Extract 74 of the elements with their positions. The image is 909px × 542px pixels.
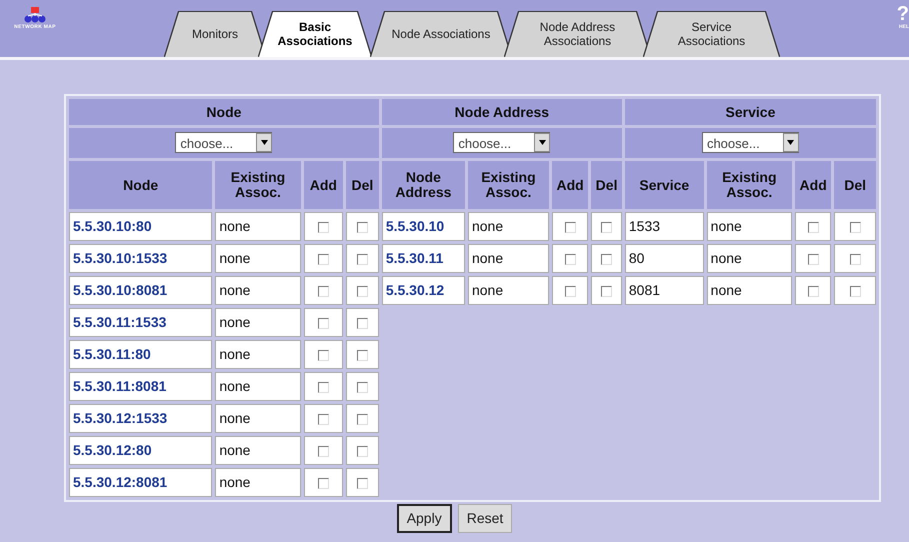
checkbox[interactable] xyxy=(808,254,819,265)
checkbox[interactable] xyxy=(356,478,368,489)
section-header: Node xyxy=(69,99,379,125)
column-header: Node xyxy=(69,161,212,209)
column-header: Service xyxy=(624,161,704,209)
table-cell: none xyxy=(215,404,301,433)
checkbox[interactable] xyxy=(564,254,576,265)
dropdown-arrow-icon xyxy=(538,140,546,145)
checkbox[interactable] xyxy=(318,478,329,489)
checkbox[interactable] xyxy=(318,286,329,297)
checkbox[interactable] xyxy=(356,350,368,361)
checkbox[interactable] xyxy=(318,350,329,361)
network-logo-icon xyxy=(24,6,46,24)
table-cell: none xyxy=(706,244,792,273)
tab[interactable]: Service Associations xyxy=(644,12,779,57)
section-header: Node Address xyxy=(382,99,622,125)
checkbox[interactable] xyxy=(356,414,368,425)
table-cell: 8081 xyxy=(624,276,704,305)
checkbox[interactable] xyxy=(356,222,368,233)
checkbox[interactable] xyxy=(564,222,576,233)
table-cell: none xyxy=(468,276,549,305)
checkbox[interactable] xyxy=(356,318,368,329)
checkbox[interactable] xyxy=(356,286,368,297)
checkbox[interactable] xyxy=(318,414,329,425)
choose-dropdown[interactable]: choose... xyxy=(175,132,272,153)
checkbox[interactable] xyxy=(808,286,819,297)
checkbox[interactable] xyxy=(356,446,368,457)
checkbox[interactable] xyxy=(601,222,612,233)
column-header: Add xyxy=(794,161,832,209)
checkbox[interactable] xyxy=(808,222,819,233)
checkbox[interactable] xyxy=(850,222,861,233)
checkbox[interactable] xyxy=(318,318,329,329)
table-cell: none xyxy=(215,308,301,337)
choose-dropdown[interactable]: choose... xyxy=(702,132,799,153)
choose-dropdown[interactable]: choose... xyxy=(453,132,550,153)
dropdown-arrow-icon xyxy=(787,140,794,145)
dropdown-arrow-icon xyxy=(260,140,268,145)
column-header: Node Address xyxy=(382,161,465,209)
apply-button[interactable]: Apply xyxy=(396,504,452,533)
table-cell: none xyxy=(706,276,792,305)
table-cell: 80 xyxy=(624,244,704,273)
table-cell: none xyxy=(215,212,301,241)
checkbox[interactable] xyxy=(318,254,329,265)
checkbox[interactable] xyxy=(850,254,861,265)
table-cell: none xyxy=(215,372,301,401)
section-header: Service xyxy=(624,99,876,125)
column-header: Existing Assoc. xyxy=(215,161,301,209)
table-cell: none xyxy=(215,340,301,369)
checkbox[interactable] xyxy=(318,446,329,457)
column-header: Existing Assoc. xyxy=(468,161,549,209)
column-header: Existing Assoc. xyxy=(706,161,792,209)
checkbox[interactable] xyxy=(850,286,861,297)
table-cell: 1533 xyxy=(624,212,704,241)
checkbox[interactable] xyxy=(564,286,576,297)
checkbox[interactable] xyxy=(318,222,329,233)
checkbox[interactable] xyxy=(356,382,368,393)
checkbox[interactable] xyxy=(356,254,368,265)
column-header: Add xyxy=(552,161,588,209)
column-header: Del xyxy=(834,161,876,209)
reset-button[interactable]: Reset xyxy=(458,504,512,533)
tab[interactable]: Basic Associations xyxy=(259,12,371,57)
column-header: Del xyxy=(591,161,622,209)
table-cell: none xyxy=(706,212,792,241)
checkbox[interactable] xyxy=(601,286,612,297)
checkbox[interactable] xyxy=(601,254,612,265)
table-cell: none xyxy=(215,244,301,273)
column-header: Del xyxy=(346,161,379,209)
table-cell: none xyxy=(468,244,549,273)
table-cell: none xyxy=(468,212,549,241)
checkbox[interactable] xyxy=(318,382,329,393)
table-cell: none xyxy=(215,436,301,465)
table-cell: none xyxy=(215,276,301,305)
table-cell: none xyxy=(215,468,301,497)
column-header: Add xyxy=(304,161,344,209)
